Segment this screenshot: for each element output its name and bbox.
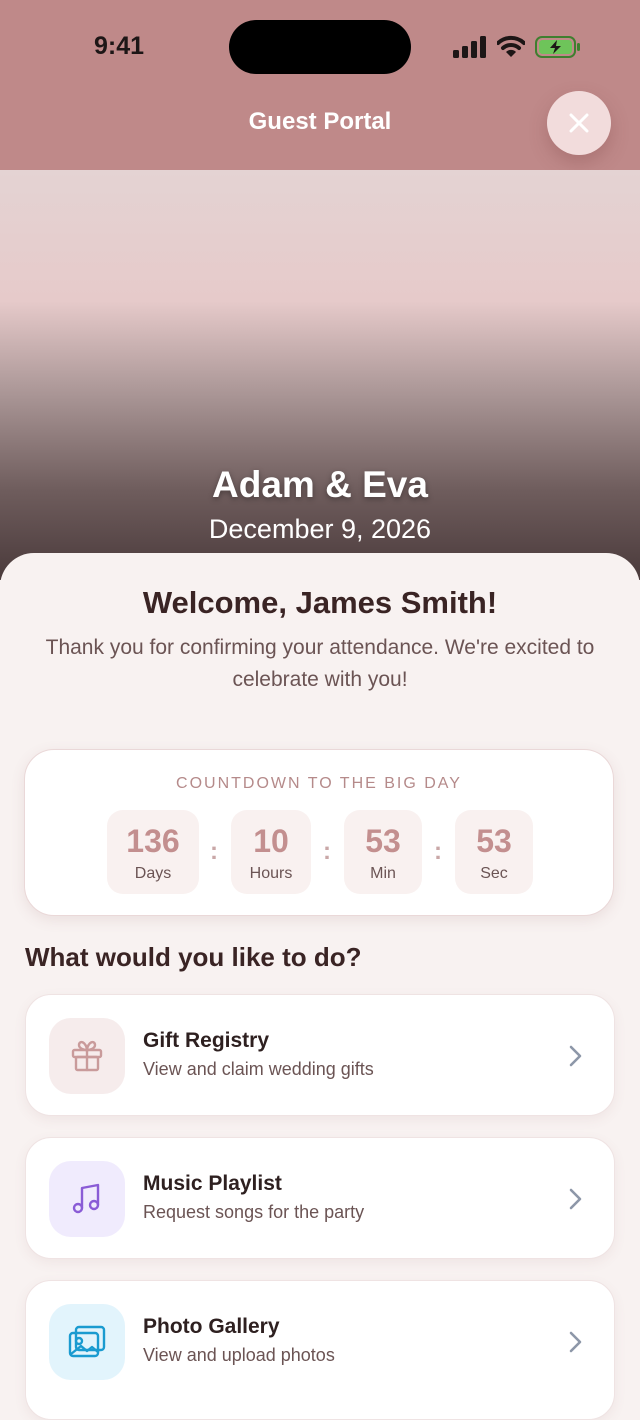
countdown-separator: : [434, 838, 442, 865]
countdown-unit: Days [134, 865, 172, 882]
close-icon [569, 113, 589, 133]
wifi-icon [497, 35, 525, 57]
wedding-date: December 9, 2026 [208, 514, 432, 544]
card-subtitle: View and claim wedding gifts [143, 1059, 374, 1079]
couple-names: Adam & Eva [212, 464, 428, 505]
countdown-unit: Hours [249, 865, 293, 882]
card-title: Gift Registry [143, 1029, 270, 1052]
chevron-right-icon [569, 1045, 582, 1067]
countdown-hours: 10 Hours [231, 810, 311, 894]
card-subtitle: View and upload photos [143, 1345, 335, 1365]
countdown-value: 53 [476, 823, 512, 859]
welcome-title: Welcome, James Smith! [142, 585, 498, 620]
close-button[interactable] [547, 91, 611, 155]
image-icon [49, 1304, 125, 1380]
music-playlist-card[interactable]: Music Playlist Request songs for the par… [25, 1137, 615, 1259]
section-title: What would you like to do? [25, 942, 362, 972]
countdown-value: 136 [126, 823, 180, 859]
dynamic-island [229, 20, 411, 74]
gift-registry-card[interactable]: Gift Registry View and claim wedding gif… [25, 994, 615, 1116]
gift-icon [49, 1018, 125, 1094]
countdown-unit: Min [370, 865, 396, 882]
cellular-signal-icon [453, 36, 486, 58]
countdown-value: 10 [253, 823, 289, 859]
countdown-minutes: 53 Min [344, 810, 422, 894]
countdown-seconds: 53 Sec [455, 810, 533, 894]
countdown-value: 53 [365, 823, 401, 859]
photo-gallery-card[interactable]: Photo Gallery View and upload photos [25, 1280, 615, 1420]
chevron-right-icon [569, 1331, 582, 1353]
card-subtitle: Request songs for the party [143, 1202, 365, 1222]
countdown-separator: : [210, 838, 218, 865]
countdown-separator: : [323, 838, 331, 865]
header-bar: 9:41 Guest Portal [0, 0, 640, 170]
battery-icon [535, 36, 580, 58]
countdown-unit: Sec [480, 865, 508, 882]
status-time: 9:41 [94, 32, 145, 60]
card-title: Music Playlist [143, 1172, 282, 1195]
countdown-card: COUNTDOWN TO THE BIG DAY 136 Days : 10 H… [24, 749, 614, 916]
countdown-label: COUNTDOWN TO THE BIG DAY [176, 775, 462, 792]
page-title: Guest Portal [248, 108, 392, 135]
welcome-message: Thank you for confirming your attendance… [45, 636, 595, 691]
card-title: Photo Gallery [143, 1315, 280, 1338]
music-note-icon [49, 1161, 125, 1237]
countdown-days: 136 Days [107, 810, 199, 894]
chevron-right-icon [569, 1188, 582, 1210]
